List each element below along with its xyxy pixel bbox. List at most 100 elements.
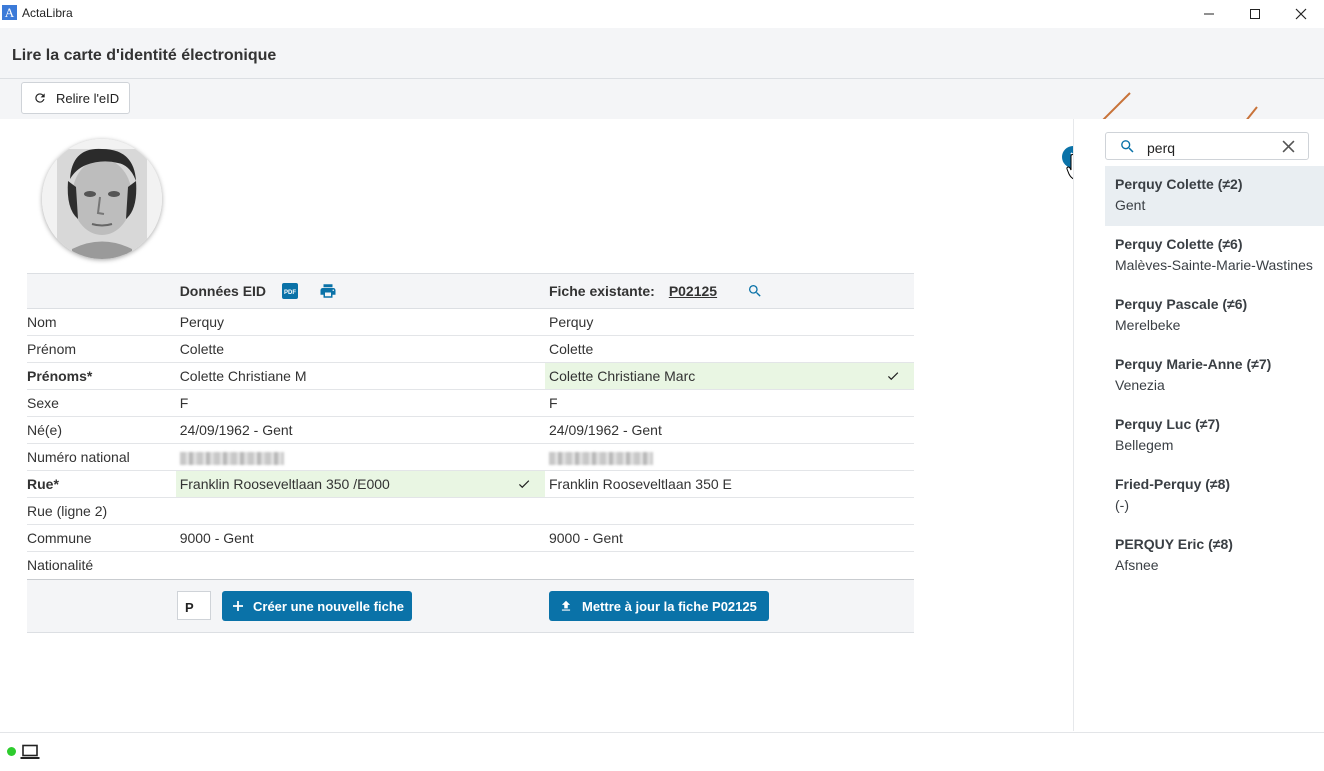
result-city: Bellegem: [1115, 437, 1174, 453]
header-empty: [27, 273, 176, 309]
search-result-item[interactable]: Perquy Colette (≠2) Gent: [1105, 166, 1324, 226]
search-result-item[interactable]: PERQUY Eric (≠8) Afsnee: [1105, 526, 1324, 586]
search-icon: [1121, 140, 1134, 153]
eid-data-heading: Données EID: [179, 283, 267, 299]
svg-text:PDF: PDF: [284, 290, 296, 296]
result-city: (-): [1115, 497, 1129, 513]
redacted-national-number: [179, 451, 284, 465]
create-record-button[interactable]: Créer une nouvelle fiche: [222, 591, 412, 621]
search-input[interactable]: perq: [1147, 140, 1175, 156]
table-row: Prénom Colette Colette: [27, 335, 914, 363]
update-record-button[interactable]: Mettre à jour la fiche P02125: [549, 591, 769, 621]
header-existing: Fiche existante: P02125: [544, 273, 914, 309]
result-name: Perquy Colette (≠6): [1115, 236, 1243, 252]
app-logo: A: [2, 5, 17, 20]
clear-search-icon[interactable]: [1282, 140, 1295, 153]
eid-value: F: [175, 389, 545, 417]
result-name: Perquy Colette (≠2): [1115, 176, 1243, 192]
result-name: Perquy Marie-Anne (≠7): [1115, 356, 1272, 372]
result-city: Venezia: [1115, 377, 1165, 393]
page-title: Lire la carte d'identité électronique: [12, 47, 277, 64]
table-row: Prénoms* Colette Christiane M Colette Ch…: [27, 362, 914, 390]
eid-value: 9000 - Gent: [175, 524, 545, 552]
search-result-item[interactable]: Perquy Pascale (≠6) Merelbeke: [1105, 286, 1324, 346]
laptop-icon[interactable]: [20, 744, 40, 760]
plus-icon: [233, 601, 243, 611]
search-result-item[interactable]: Fried-Perquy (≠8) (-): [1105, 466, 1324, 526]
result-name: Perquy Pascale (≠6): [1115, 296, 1248, 312]
eid-value: Colette: [175, 335, 545, 363]
table-row: Commune 9000 - Gent 9000 - Gent: [27, 524, 914, 552]
eid-value-selected[interactable]: Franklin Rooseveltlaan 350 /E000: [175, 470, 545, 498]
existing-value: Perquy: [544, 308, 914, 336]
eid-value[interactable]: Colette Christiane M: [175, 362, 545, 390]
table-row: Numéro national: [27, 443, 914, 471]
table-row: Nom Perquy Perquy: [27, 308, 914, 336]
existing-value-text: Colette Christiane Marc: [548, 368, 696, 384]
refresh-icon: [35, 93, 45, 103]
app-name: ActaLibra: [22, 6, 73, 20]
existing-value: F: [544, 389, 914, 417]
connection-status-dot: [7, 747, 16, 756]
existing-record-link[interactable]: P02125: [669, 283, 717, 299]
action-row: P Créer une nouvelle fiche Mettre à jour…: [27, 579, 914, 633]
search-record-button[interactable]: [747, 283, 763, 299]
reload-eid-label: Relire l'eID: [56, 90, 120, 106]
result-name: Perquy Luc (≠7): [1115, 416, 1220, 432]
eid-comparison-table: Données EID PDF Fiche existante: P02125 …: [27, 273, 914, 578]
row-label: Sexe: [27, 389, 176, 417]
existing-value-selected[interactable]: Colette Christiane Marc: [544, 362, 914, 390]
status-bar: [0, 732, 1324, 771]
maximize-icon: [1250, 9, 1260, 19]
search-icon: [749, 285, 761, 297]
check-icon: [887, 372, 899, 381]
table-header-row: Données EID PDF Fiche existante: P02125: [27, 273, 914, 309]
page-header: Lire la carte d'identité électronique: [0, 28, 1324, 79]
upload-icon: [561, 600, 571, 611]
eid-value: 24/09/1962 - Gent: [175, 416, 545, 444]
eid-value-redacted: [175, 443, 545, 471]
pdf-icon: PDF: [282, 283, 299, 299]
search-panel: perq Perquy Colette (≠2) Gent Perquy Col…: [1073, 119, 1324, 731]
search-result-item[interactable]: Perquy Colette (≠6) Malèves-Sainte-Marie…: [1105, 226, 1324, 286]
row-label: Né(e): [27, 416, 176, 444]
existing-value: Colette: [544, 335, 914, 363]
minimize-icon: [1204, 13, 1214, 15]
search-result-item[interactable]: Perquy Marie-Anne (≠7) Venezia: [1105, 346, 1324, 406]
result-city: Merelbeke: [1115, 317, 1181, 333]
print-button[interactable]: [319, 282, 337, 300]
existing-value-redacted: [544, 443, 914, 471]
row-label: Prénom: [27, 335, 176, 363]
row-label: Nom: [27, 308, 176, 336]
search-input-box[interactable]: perq: [1105, 132, 1309, 160]
search-result-item[interactable]: Perquy Luc (≠7) Bellegem: [1105, 406, 1324, 466]
portrait-image: [42, 139, 162, 259]
row-label: Rue*: [27, 470, 176, 498]
result-city: Gent: [1115, 197, 1146, 213]
create-record-label: Créer une nouvelle fiche: [253, 598, 404, 614]
row-label: Numéro national: [27, 443, 176, 471]
eid-value: [176, 552, 545, 579]
eid-value: [175, 497, 545, 525]
reload-eid-button[interactable]: Relire l'eID: [21, 82, 130, 114]
header-eid: Données EID PDF: [175, 273, 545, 309]
print-icon: [320, 284, 336, 298]
table-row: Né(e) 24/09/1962 - Gent 24/09/1962 - Gen…: [27, 416, 914, 444]
row-label: Rue (ligne 2): [27, 497, 176, 525]
result-name: PERQUY Eric (≠8): [1115, 536, 1233, 552]
maximize-button[interactable]: [1232, 0, 1278, 28]
redacted-national-number: [548, 451, 653, 465]
table-row: Rue (ligne 2): [27, 497, 914, 525]
row-label: Commune: [27, 524, 176, 552]
pdf-button[interactable]: PDF: [281, 282, 299, 300]
prefix-input[interactable]: P: [177, 591, 211, 620]
result-name: Fried-Perquy (≠8): [1115, 476, 1231, 492]
existing-value: 9000 - Gent: [544, 524, 914, 552]
check-icon: [518, 480, 530, 489]
minimize-button[interactable]: [1186, 0, 1232, 28]
update-record-label: Mettre à jour la fiche P02125: [582, 598, 757, 614]
existing-value[interactable]: Franklin Rooseveltlaan 350 E: [544, 470, 914, 498]
close-window-button[interactable]: [1278, 0, 1324, 28]
close-icon: [1295, 8, 1307, 20]
table-row: Rue* Franklin Rooseveltlaan 350 /E000 Fr…: [27, 470, 914, 498]
